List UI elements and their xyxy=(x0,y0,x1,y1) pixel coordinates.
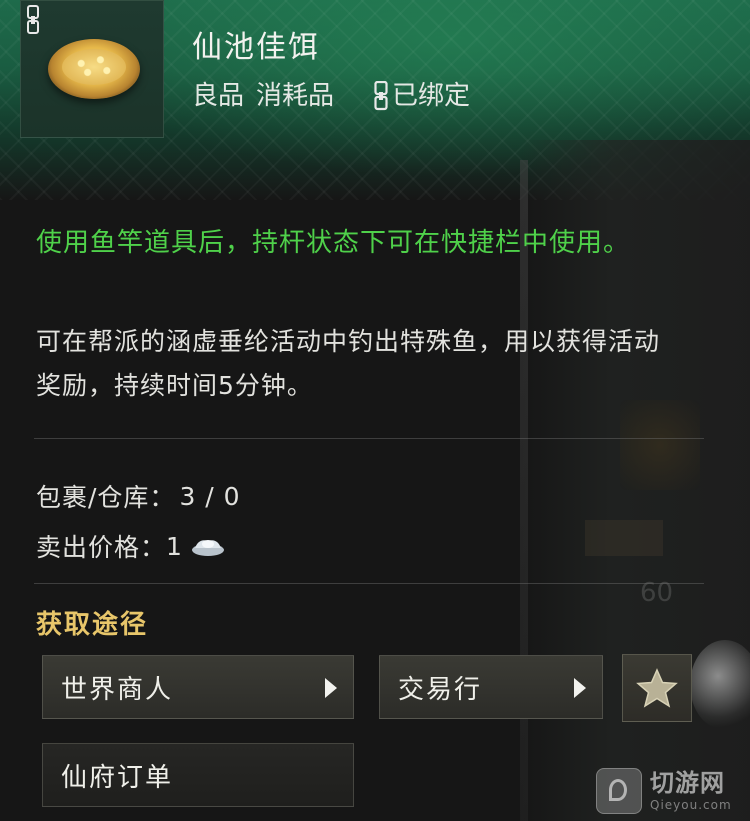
effect-description: 可在帮派的涵虚垂纶活动中钓出特殊鱼，用以获得活动奖励，持续时间5分钟。 xyxy=(36,327,661,400)
source-label: 世界商人 xyxy=(61,674,174,705)
item-quality: 良品 xyxy=(192,81,245,111)
price-value: 1 xyxy=(166,531,183,561)
watermark-logo-icon xyxy=(596,768,642,814)
watermark-text: 切游网 xyxy=(650,769,725,797)
bind-status: 已绑定 xyxy=(392,81,471,111)
favorite-button[interactable] xyxy=(622,654,692,722)
background-faded-item xyxy=(620,400,700,490)
bind-lock-icon xyxy=(374,80,388,110)
storage-value: 3 / 0 xyxy=(179,481,241,511)
sources-title: 获取途径 xyxy=(36,610,149,640)
site-watermark: 切游网 Qieyou.com xyxy=(596,766,746,816)
fish-bait-dish-icon xyxy=(48,39,140,99)
bind-lock-icon xyxy=(27,5,39,34)
divider xyxy=(34,583,704,584)
item-icon-frame xyxy=(20,0,164,138)
price-label: 卖出价格： xyxy=(36,533,167,562)
sell-price: 卖出价格： 1 xyxy=(36,528,225,564)
source-manor-order-button[interactable]: 仙府订单 xyxy=(42,743,354,807)
star-icon xyxy=(636,668,678,708)
item-meta-row: 良品 消耗品 已绑定 xyxy=(192,75,470,112)
arrow-right-icon xyxy=(325,678,337,698)
storage-count: 包裹/仓库： 3 / 0 xyxy=(36,478,241,514)
silver-ingot-icon xyxy=(191,540,224,556)
source-label: 交易行 xyxy=(398,674,483,705)
arrow-right-icon xyxy=(574,678,586,698)
source-label: 仙府订单 xyxy=(61,762,174,793)
item-tooltip-panel: 60 仙池佳饵 良品 消耗品 已绑定 使用鱼竿道具后，持杆状态下可在快捷栏中使用… xyxy=(0,0,750,821)
source-world-merchant-button[interactable]: 世界商人 xyxy=(42,655,354,719)
storage-label: 包裹/仓库： xyxy=(36,483,176,512)
divider xyxy=(34,438,704,439)
item-name: 仙池佳饵 xyxy=(192,30,320,65)
watermark-url: Qieyou.com xyxy=(650,798,732,812)
background-faded-bar xyxy=(585,520,663,556)
usage-description: 使用鱼竿道具后，持杆状态下可在快捷栏中使用。 xyxy=(36,228,631,258)
item-category: 消耗品 xyxy=(256,81,335,111)
source-trading-house-button[interactable]: 交易行 xyxy=(379,655,603,719)
